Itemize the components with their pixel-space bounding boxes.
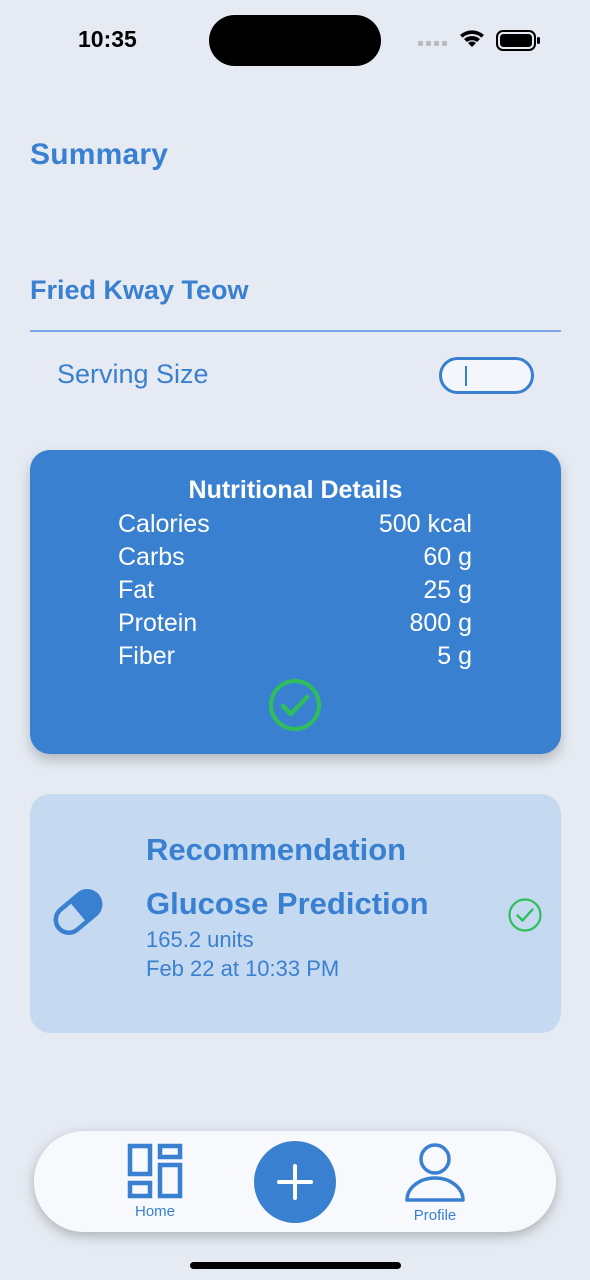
nutrition-rows: Calories 500 kcal Carbs 60 g Fat 25 g Pr… <box>118 508 472 673</box>
tab-profile-label: Profile <box>413 1207 457 1224</box>
grid-icon <box>127 1143 183 1199</box>
add-button[interactable] <box>254 1141 336 1223</box>
signal-icon <box>418 41 447 46</box>
nutrition-label: Protein <box>118 609 198 637</box>
nutrition-row-fat: Fat 25 g <box>118 574 472 607</box>
serving-size-label: Serving Size <box>57 359 209 389</box>
status-icons <box>418 30 540 51</box>
nutrition-title: Nutritional Details <box>188 476 403 504</box>
tab-home-label: Home <box>134 1203 175 1220</box>
screen: 10:35 Summary Fried Kway Teow Serving Si… <box>0 0 590 1280</box>
recommendation-title: Recommendation <box>146 832 407 867</box>
food-name: Fried Kway Teow <box>30 275 249 305</box>
status-time: 10:35 <box>78 26 137 52</box>
nutrition-row-fiber: Fiber 5 g <box>118 640 472 673</box>
wifi-icon <box>460 30 484 47</box>
divider <box>30 330 561 332</box>
glucose-prediction-title: Glucose Prediction <box>146 886 429 921</box>
page-title: Summary <box>30 138 169 171</box>
nutrition-value: 60 g <box>423 543 472 571</box>
nutrition-value: 500 kcal <box>378 510 472 538</box>
home-indicator <box>190 1262 401 1269</box>
pill-icon <box>53 889 103 935</box>
glucose-prediction-time: Feb 22 at 10:33 PM <box>146 956 340 981</box>
tab-bar: Home Profile <box>34 1131 556 1232</box>
dynamic-island <box>209 15 381 66</box>
nutrition-value: 5 g <box>437 642 472 670</box>
serving-size-input[interactable] <box>439 357 534 394</box>
nutrition-label: Calories <box>118 510 210 538</box>
nutrition-label: Fat <box>118 576 155 604</box>
tab-profile[interactable]: Profile <box>399 1143 471 1229</box>
nutrition-card: Nutritional Details Calories 500 kcal Ca… <box>30 450 561 754</box>
nutrition-row-calories: Calories 500 kcal <box>118 508 472 541</box>
nutrition-label: Carbs <box>118 543 185 571</box>
person-icon <box>405 1143 465 1202</box>
plus-icon <box>277 1164 313 1200</box>
nutrition-row-carbs: Carbs 60 g <box>118 541 472 574</box>
check-circle-icon <box>269 679 321 731</box>
nutrition-row-protein: Protein 800 g <box>118 607 472 640</box>
nutrition-label: Fiber <box>118 642 175 670</box>
text-caret <box>465 366 467 386</box>
nutrition-value: 25 g <box>423 576 472 604</box>
tab-home[interactable]: Home <box>122 1143 188 1227</box>
check-circle-icon <box>508 898 542 932</box>
glucose-prediction-value: 165.2 units <box>146 927 254 952</box>
recommendation-card[interactable]: Recommendation Glucose Prediction 165.2 … <box>30 794 561 1033</box>
nutrition-value: 800 g <box>409 609 472 637</box>
battery-icon <box>496 30 540 51</box>
